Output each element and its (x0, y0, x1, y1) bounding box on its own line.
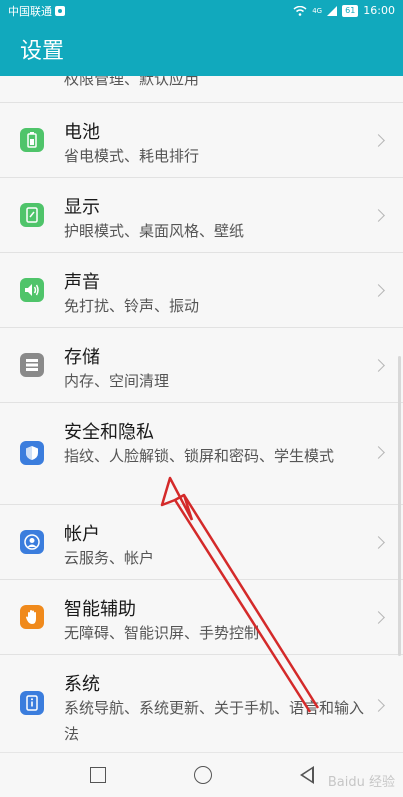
sound-icon (20, 278, 44, 302)
status-left: 中国联通 (8, 3, 65, 19)
scrollbar[interactable] (398, 356, 401, 656)
settings-item-system[interactable]: 系统 系统导航、系统更新、关于手机、语言和输入法 (0, 655, 403, 752)
chevron-right-icon (372, 446, 385, 459)
settings-item-security-privacy[interactable]: 安全和隐私 指纹、人脸解锁、锁屏和密码、学生模式 (0, 403, 403, 505)
settings-item-title: 智能辅助 (64, 599, 136, 620)
chevron-right-icon (372, 359, 385, 372)
settings-item-title: 显示 (64, 197, 100, 218)
settings-item-subtitle: 云服务、帐户 (64, 549, 155, 567)
status-bar: 中国联通 4G 61 16:00 (0, 0, 403, 21)
settings-item-subtitle: 免打扰、铃声、振动 (64, 297, 200, 315)
settings-item-battery[interactable]: 电池 省电模式、耗电排行 (0, 103, 403, 178)
signal-icon (327, 5, 338, 16)
status-time: 16:00 (363, 4, 395, 17)
settings-item-subtitle: 指纹、人脸解锁、锁屏和密码、学生模式 (64, 447, 335, 465)
network-label: 4G (312, 6, 323, 15)
settings-item-title: 安全和隐私 (64, 422, 154, 443)
chevron-right-icon (372, 611, 385, 624)
settings-item-subtitle: 内存、空间清理 (64, 372, 170, 390)
chevron-right-icon (372, 134, 385, 147)
settings-item-title: 帐户 (64, 524, 100, 545)
settings-list: 权限管理、默认应用 电池 省电模式、耗电排行 显示 护眼模式、桌面风格、壁纸 声… (0, 76, 403, 752)
settings-item-subtitle: 权限管理、默认应用 (64, 76, 200, 88)
chevron-right-icon (372, 699, 385, 712)
recent-apps-button[interactable] (89, 767, 106, 783)
settings-item-subtitle: 无障碍、智能识屏、手势控制 (64, 624, 260, 642)
settings-item-subtitle: 省电模式、耗电排行 (64, 147, 200, 165)
page-header: 设置 (0, 21, 403, 76)
settings-item-subtitle: 护眼模式、桌面风格、壁纸 (64, 222, 245, 240)
notification-icon (55, 5, 65, 16)
chevron-right-icon (372, 536, 385, 549)
settings-item-account[interactable]: 帐户 云服务、帐户 (0, 505, 403, 580)
settings-item-title: 系统 (64, 674, 100, 695)
storage-icon (20, 353, 44, 377)
wifi-icon (293, 5, 307, 16)
account-icon (20, 530, 44, 554)
shield-icon (20, 441, 44, 465)
settings-item-title: 存储 (64, 347, 100, 368)
settings-item-title: 声音 (64, 272, 100, 293)
settings-item-sound[interactable]: 声音 免打扰、铃声、振动 (0, 253, 403, 328)
battery-icon (20, 128, 44, 152)
settings-item-subtitle: 系统导航、系统更新、关于手机、语言和输入法 (64, 699, 365, 743)
chevron-right-icon (372, 209, 385, 222)
display-icon (20, 203, 44, 227)
hand-icon (20, 605, 44, 629)
back-button[interactable] (299, 766, 314, 784)
battery-indicator: 61 (342, 4, 359, 17)
home-button[interactable] (193, 766, 212, 784)
settings-item-smart-assist[interactable]: 智能辅助 无障碍、智能识屏、手势控制 (0, 580, 403, 655)
settings-item-display[interactable]: 显示 护眼模式、桌面风格、壁纸 (0, 178, 403, 253)
settings-item-title: 电池 (64, 122, 100, 143)
settings-item-apps[interactable]: 权限管理、默认应用 (0, 76, 403, 103)
watermark: Baidu 经验 (327, 775, 395, 790)
chevron-right-icon (372, 284, 385, 297)
status-right: 4G 61 16:00 (293, 4, 395, 17)
page-title: 设置 (20, 38, 65, 64)
system-info-icon (20, 691, 44, 715)
settings-item-storage[interactable]: 存储 内存、空间清理 (0, 328, 403, 403)
carrier-label: 中国联通 (8, 4, 52, 18)
